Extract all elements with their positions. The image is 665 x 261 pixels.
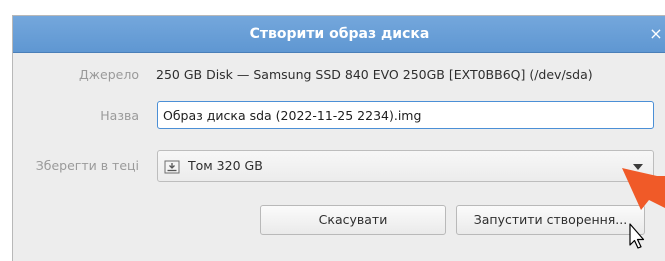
create-disk-image-dialog: Створити образ диска × Джерело 250 GB Di… [12,15,665,261]
drive-icon [164,160,180,174]
close-icon[interactable]: × [646,16,665,52]
dropdown-arrow-icon[interactable] [633,164,643,170]
source-label: Джерело [79,67,139,82]
dialog-titlebar[interactable]: Створити образ диска × [13,16,665,53]
save-folder-combobox[interactable]: Том 320 GB [157,150,654,182]
dialog-title: Створити образ диска [249,26,430,42]
name-input[interactable] [157,101,654,129]
cancel-button[interactable]: Скасувати [260,205,446,235]
save-folder-label: Зберегти в теці [35,158,139,173]
name-label: Назва [100,108,139,123]
save-folder-value: Том 320 GB [188,158,263,173]
source-value: 250 GB Disk — Samsung SSD 840 EVO 250GB … [156,67,593,82]
start-creation-button[interactable]: Запустити створення... [456,205,645,235]
